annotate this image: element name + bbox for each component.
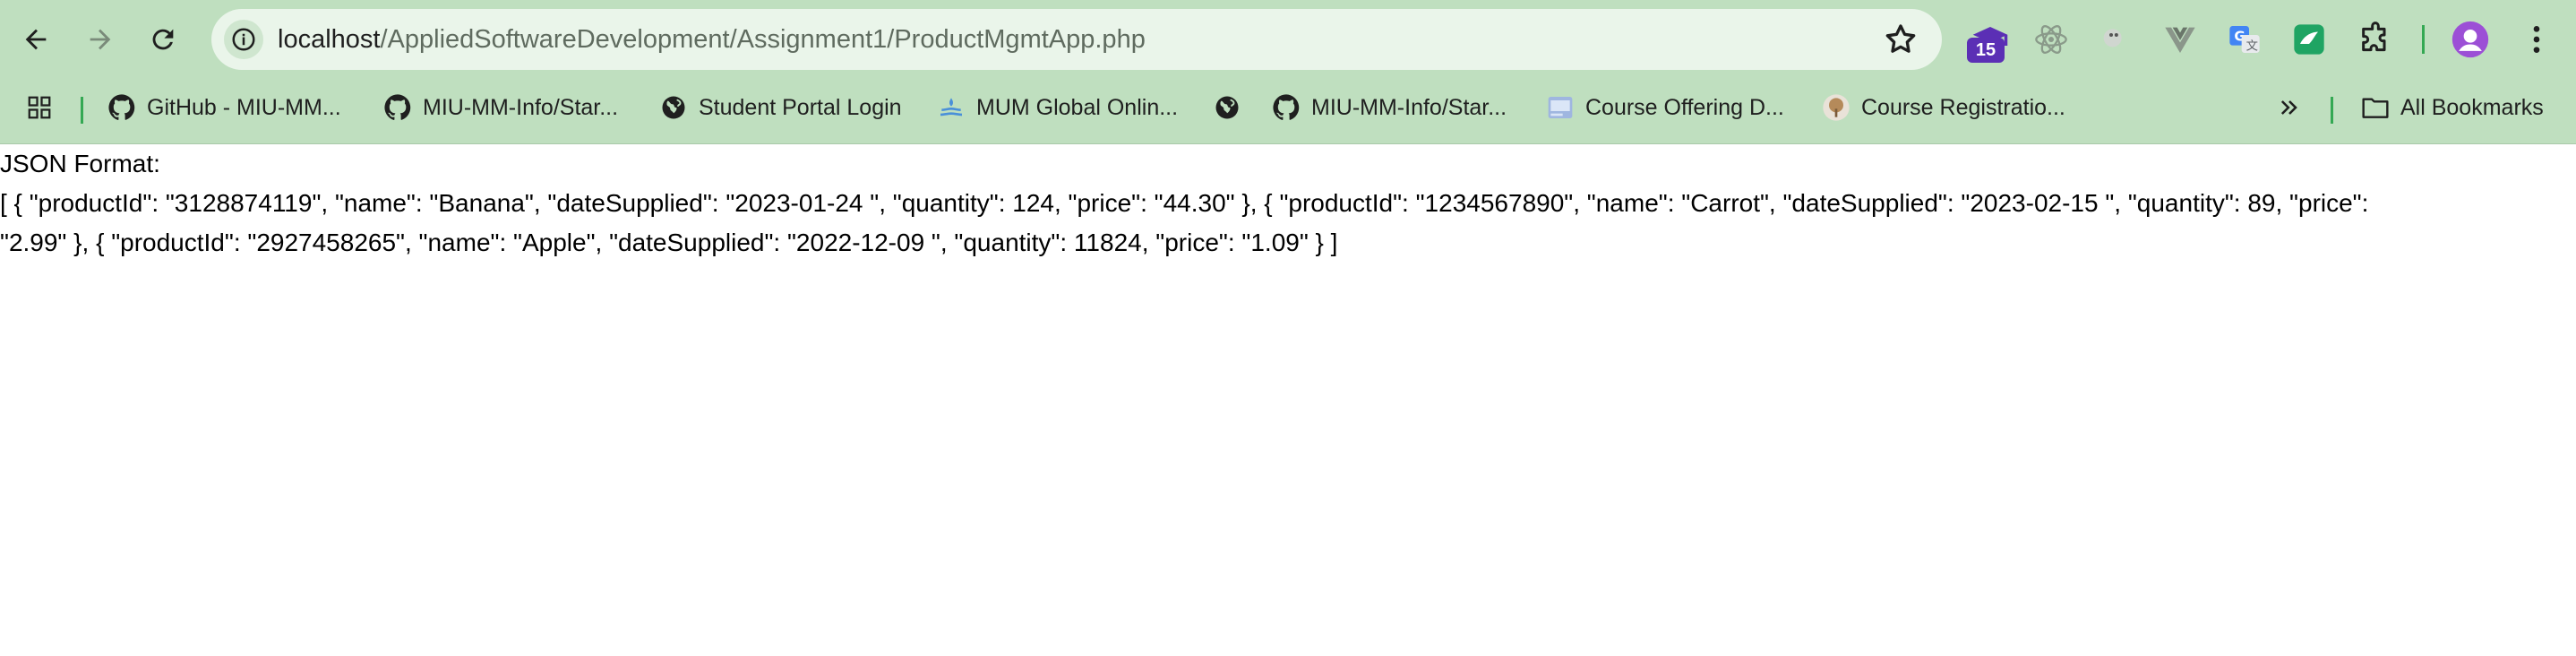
json-output-line: [ { "productId": "3128874119", "name": "… (0, 189, 2369, 217)
avatar[interactable] (2451, 20, 2490, 59)
bookmark-item[interactable]: Course Offering D... (1546, 90, 1784, 125)
green-extension-icon[interactable] (2289, 20, 2329, 59)
svg-text:文: 文 (2246, 39, 2258, 54)
bird-extension-icon[interactable] (2096, 20, 2135, 59)
react-devtools-icon[interactable] (2031, 20, 2071, 59)
arrow-left-icon (25, 29, 47, 50)
tree-icon (1822, 93, 1850, 122)
browser-toolbar: localhost/AppliedSoftwareDevelopment/Ass… (0, 0, 2576, 79)
bookmark-item[interactable]: MIU-MM-Info/Star... (1272, 90, 1507, 125)
bookmarks-separator (2331, 97, 2333, 124)
globe-icon (659, 93, 688, 122)
bookmark-label: Course Registratio... (1861, 95, 2065, 120)
bookmark-item[interactable] (1213, 90, 1252, 125)
bookmark-item[interactable]: MUM Global Onlin... (937, 90, 1178, 125)
url-path: /AppliedSoftwareDevelopment/Assignment1/… (380, 25, 1146, 54)
bookmark-item[interactable]: MIU-MM-Info/Star... (383, 90, 618, 125)
reload-icon (152, 29, 174, 50)
bookmark-label: Student Portal Login (699, 95, 902, 120)
url-text[interactable]: localhost/AppliedSoftwareDevelopment/Ass… (278, 25, 1146, 54)
page-content: JSON Format: [ { "productId": "312887411… (0, 144, 2576, 263)
apps-grid-button[interactable] (25, 90, 64, 125)
google-translate-icon[interactable]: G文 (2225, 20, 2264, 59)
address-bar[interactable]: localhost/AppliedSoftwareDevelopment/Ass… (211, 9, 1942, 70)
course-icon (1546, 93, 1575, 122)
folder-icon (2361, 93, 2390, 122)
all-bookmarks-label: All Bookmarks (2400, 95, 2544, 120)
bookmarks-separator (81, 97, 83, 124)
double-chevron-right-icon (2275, 93, 2304, 122)
bookmark-label: MIU-MM-Info/Star... (1311, 95, 1507, 120)
page-heading: JSON Format: (0, 150, 160, 177)
globe-icon (1213, 93, 1241, 122)
more-bookmarks-button[interactable] (2275, 90, 2314, 125)
fountain-icon (937, 93, 966, 122)
bookmark-label: MUM Global Onlin... (976, 95, 1179, 120)
site-info-icon[interactable] (224, 20, 263, 59)
forward-button[interactable] (77, 16, 124, 63)
extensions-puzzle-icon[interactable] (2356, 20, 2395, 59)
bookmark-item[interactable]: GitHub - MIU-MM... (107, 90, 341, 125)
bookmark-star-icon[interactable] (1883, 22, 1919, 57)
bookmark-label: MIU-MM-Info/Star... (423, 95, 619, 120)
bookmark-label: GitHub - MIU-MM... (147, 95, 341, 120)
back-button[interactable] (13, 16, 59, 63)
toolbar-separator (2422, 25, 2425, 54)
extension-badge: 15 (1967, 38, 2005, 63)
vue-devtools-icon[interactable] (2160, 20, 2200, 59)
more-menu-icon[interactable] (2517, 20, 2556, 59)
url-host: localhost (278, 25, 381, 54)
json-output-line: "2.99" }, { "productId": "2927458265", "… (0, 229, 1338, 256)
apps-grid-icon (25, 93, 54, 122)
bookmark-item[interactable]: Student Portal Login (659, 90, 902, 125)
arrow-right-icon (90, 29, 111, 50)
reload-button[interactable] (140, 16, 186, 63)
bookmark-label: Course Offering D... (1585, 95, 1784, 120)
bookmark-item[interactable]: Course Registratio... (1822, 90, 2065, 125)
github-icon (107, 93, 136, 122)
github-icon (383, 93, 412, 122)
all-bookmarks-button[interactable]: All Bookmarks (2361, 90, 2544, 125)
github-icon (1272, 93, 1301, 122)
bookmarks-bar: GitHub - MIU-MM... MIU-MM-Info/Star... S… (0, 82, 2576, 133)
browser-chrome: localhost/AppliedSoftwareDevelopment/Ass… (0, 0, 2576, 144)
